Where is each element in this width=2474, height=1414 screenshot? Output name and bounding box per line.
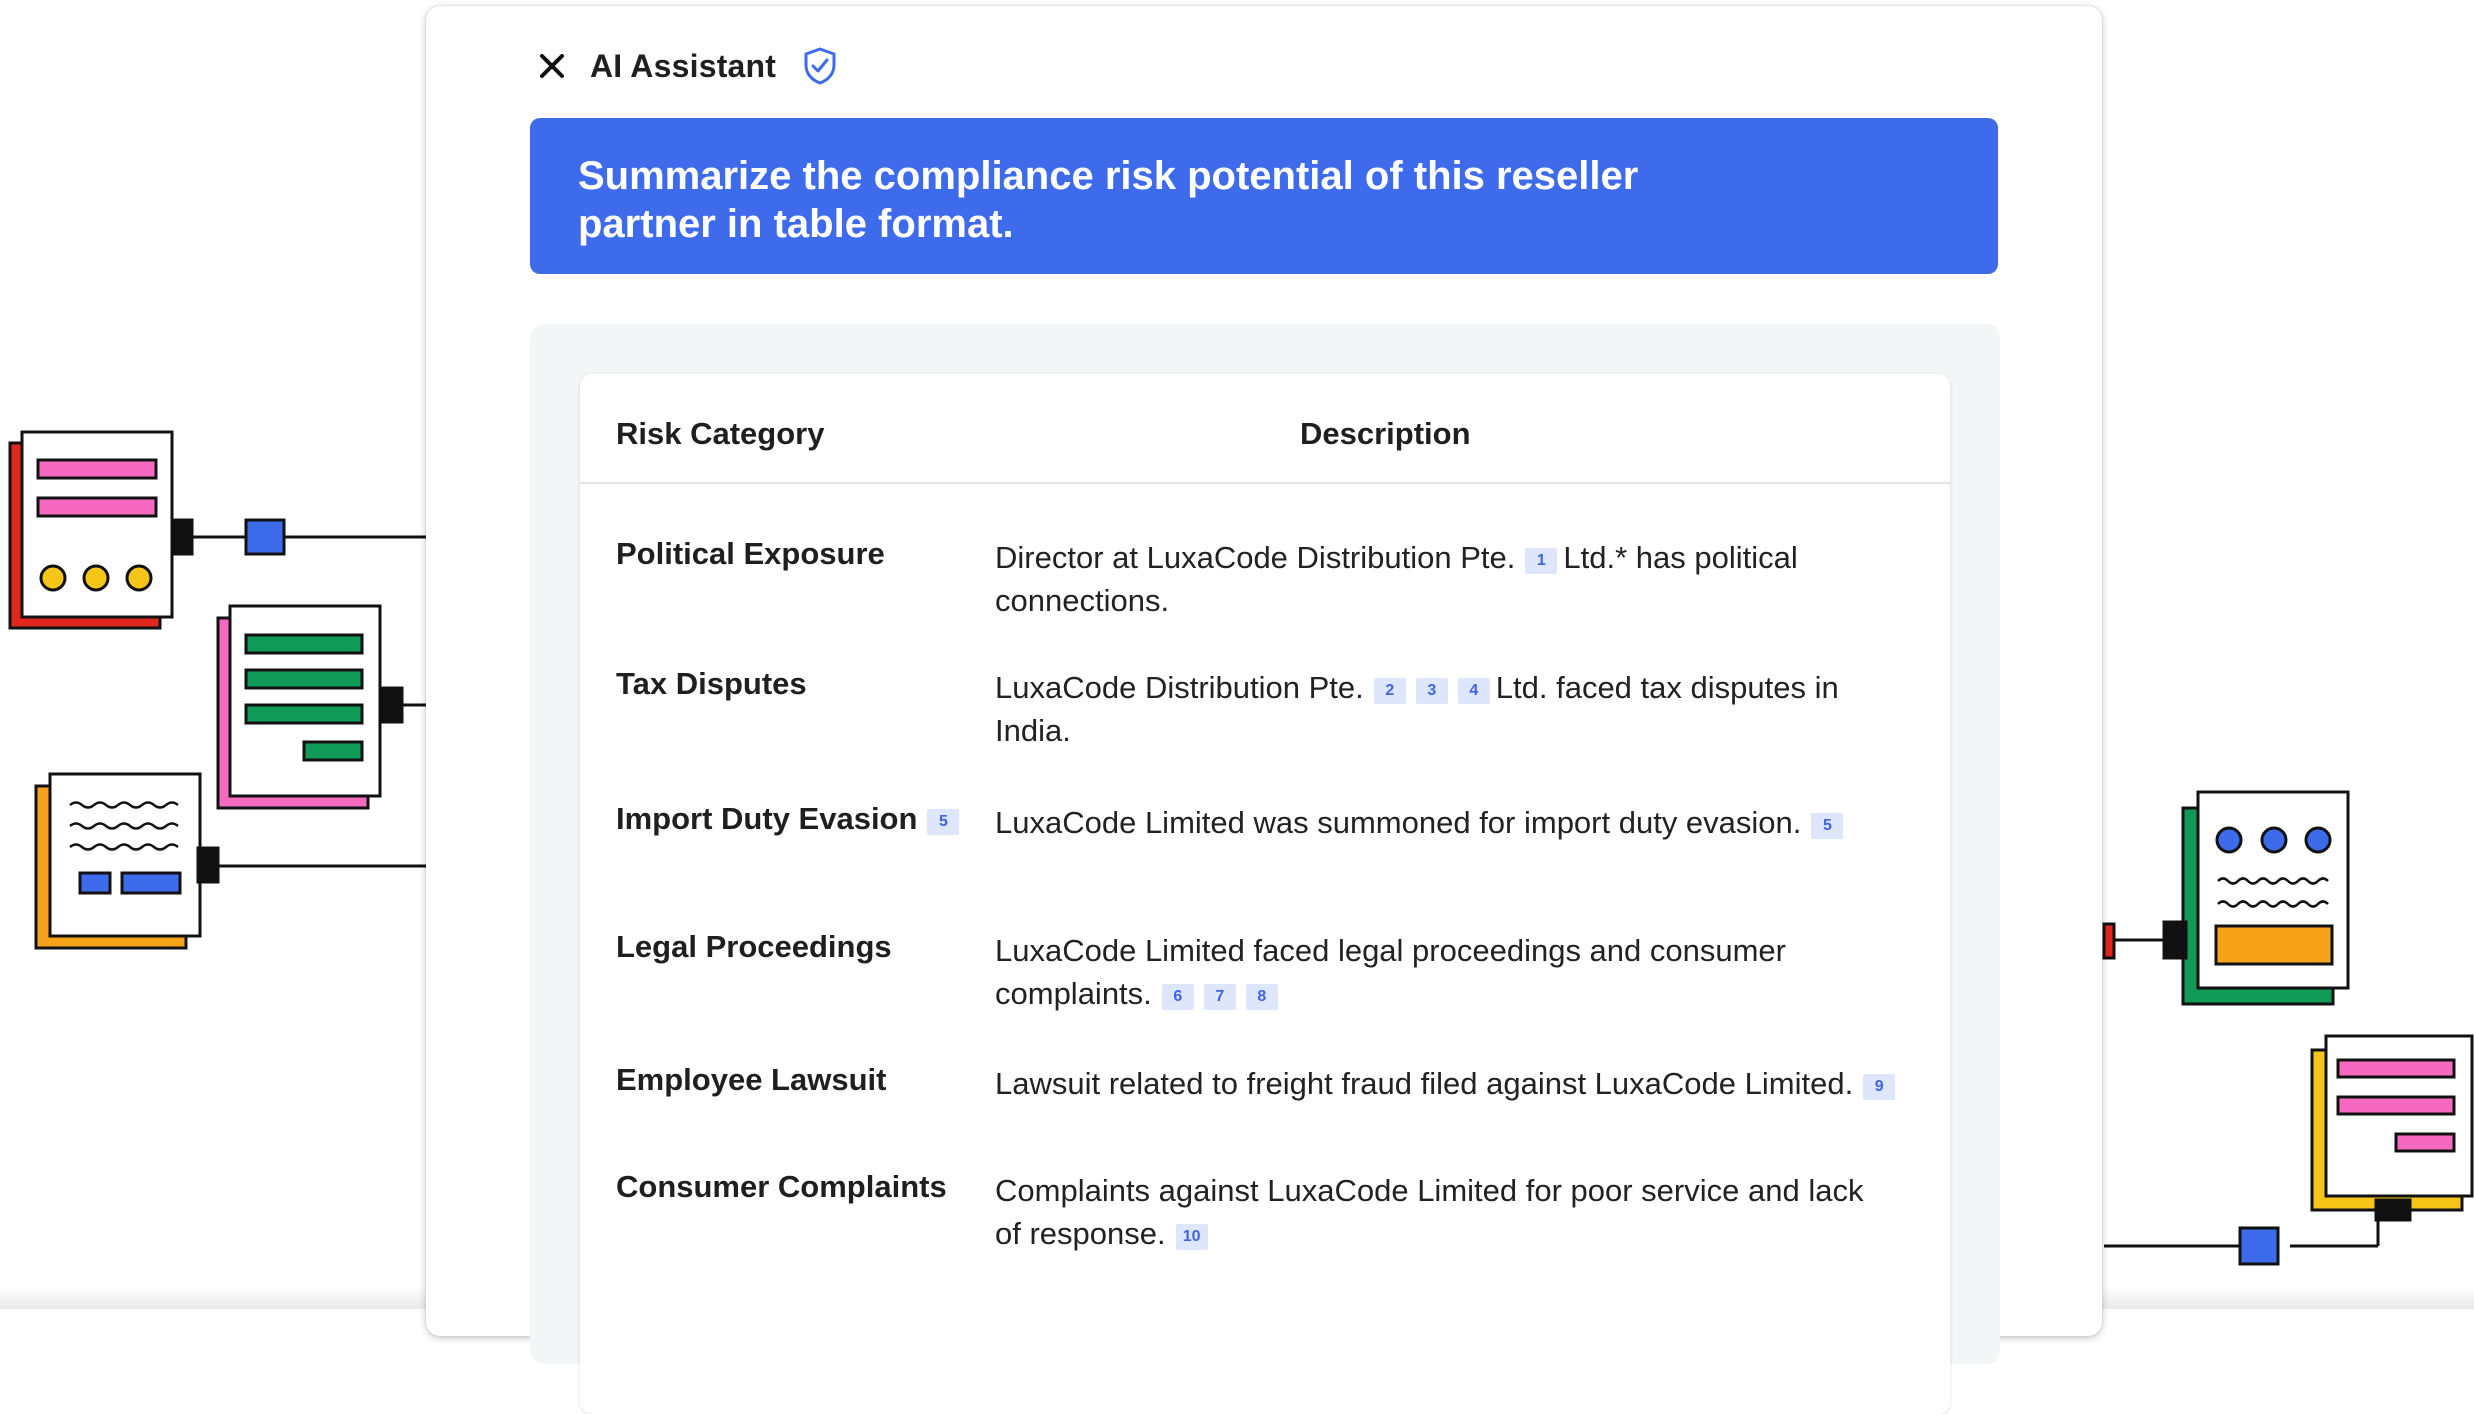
- risk-category: Legal Proceedings: [616, 929, 892, 964]
- user-prompt-bubble: Summarize the compliance risk potential …: [530, 118, 1998, 274]
- document-illustration-orange: [34, 772, 220, 950]
- panel-header: AI Assistant: [532, 38, 838, 94]
- risk-description: Complaints against LuxaCode Limited for …: [995, 1173, 1864, 1251]
- close-button[interactable]: [532, 46, 572, 86]
- citation-badge[interactable]: 3: [1415, 678, 1448, 704]
- risk-category: Consumer Complaints: [616, 1169, 947, 1204]
- citation-badge[interactable]: 9: [1863, 1074, 1896, 1100]
- citation-badge[interactable]: 8: [1245, 984, 1278, 1010]
- citation-badge[interactable]: 7: [1203, 984, 1236, 1010]
- risk-table: Risk Category Description Political Expo…: [580, 374, 1950, 1414]
- shield-check-icon: [802, 46, 838, 86]
- column-header-description: Description: [1300, 416, 1471, 451]
- risk-category: Political Exposure: [616, 536, 885, 571]
- document-illustration-blue-dots: [2102, 790, 2350, 1006]
- ai-assistant-panel: AI Assistant Summarize the compliance ri…: [426, 6, 2102, 1414]
- risk-description: Lawsuit related to freight fraud filed a…: [995, 1062, 1935, 1105]
- citation-badge[interactable]: 1: [1525, 548, 1558, 574]
- citation-badge[interactable]: 4: [1457, 678, 1490, 704]
- risk-category: Import Duty Evasion 5: [616, 801, 965, 837]
- column-header-risk-category: Risk Category: [616, 416, 825, 451]
- risk-description: LuxaCode Limited was summoned for import…: [995, 801, 1895, 844]
- citation-badge[interactable]: 5: [1811, 813, 1844, 839]
- risk-description: Director at LuxaCode Distribution Pte. 1 L…: [995, 540, 1798, 618]
- document-illustration-green: [216, 604, 404, 810]
- connector-node: [244, 518, 286, 556]
- citation-badge[interactable]: 5: [927, 809, 960, 835]
- close-icon: [540, 54, 564, 78]
- risk-category: Tax Disputes: [616, 666, 807, 701]
- document-illustration-yellow: [2310, 1034, 2474, 1222]
- risk-description: LuxaCode Distribution Pte. 2 3 4 Ltd. faced …: [995, 670, 1839, 748]
- table-header: Risk Category Description: [580, 374, 1950, 484]
- risk-description: LuxaCode Limited faced legal proceedings…: [995, 933, 1786, 1011]
- assistant-response: Risk Category Description Political Expo…: [530, 324, 2000, 1414]
- citation-badge[interactable]: 10: [1175, 1224, 1208, 1250]
- document-illustration-pink: [8, 430, 194, 630]
- citation-badge[interactable]: 2: [1373, 678, 1406, 704]
- risk-category: Employee Lawsuit: [616, 1062, 887, 1097]
- user-prompt-text: Summarize the compliance risk potential …: [578, 154, 1639, 246]
- connector-node: [2238, 1226, 2280, 1266]
- panel-title: AI Assistant: [590, 47, 777, 84]
- citation-badge[interactable]: 6: [1161, 984, 1194, 1010]
